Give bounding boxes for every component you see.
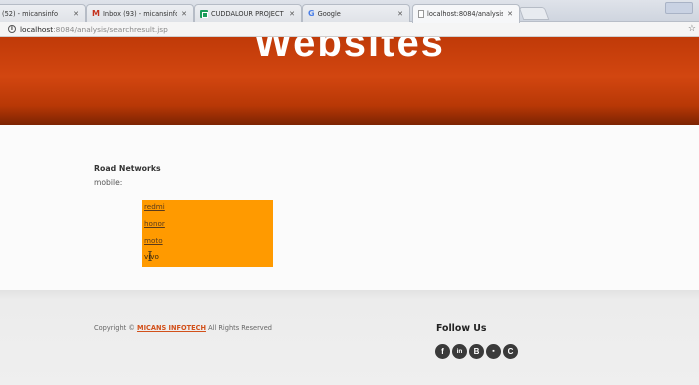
url-host: localhost [20,24,54,34]
tab-title: localhost:8084/analysis/ [427,10,504,18]
section-heading: Road Networks [94,164,161,173]
close-icon[interactable]: ✕ [289,10,295,18]
blogger-icon[interactable]: B [469,344,484,359]
browser-tab[interactable]: (52) - micansinfo ✕ [0,4,86,22]
gmail-icon: M [92,8,100,18]
browser-tab[interactable]: CUDDALOUR PROJECT ✕ [194,4,302,22]
new-tab-button[interactable] [518,7,550,20]
site-header: Websites [0,37,699,125]
tab-title: (52) - micansinfo [2,9,59,18]
delicious-icon[interactable]: ▪ [486,344,501,359]
tab-title: CUDDALOUR PROJECT [211,9,284,18]
c-icon[interactable]: C [503,344,518,359]
close-icon[interactable]: ✕ [507,10,513,18]
field-label: mobile: [94,178,123,187]
company-link[interactable]: MICANS INFOTECH [137,324,206,332]
site-footer: Copyright © MICANS INFOTECH All Rights R… [0,290,699,385]
url-path: :8084/analysis/searchresult.jsp [53,24,168,34]
window-controls[interactable] [665,2,693,14]
result-link-moto[interactable]: moto [144,236,163,245]
follow-us-title: Follow Us [436,323,487,334]
tab-title: Inbox (93) - micansinfo [102,9,178,18]
bookmark-star-icon[interactable]: ☆ [688,24,696,34]
browser-tab-strip: (52) - micansinfo ✕ M Inbox (93) - mican… [0,0,699,23]
tab-title: Google [317,9,341,18]
browser-tab-active[interactable]: localhost:8084/analysis/ ✕ [412,4,520,23]
main-content: Road Networks mobile: redmi honor moto v… [0,125,699,290]
copyright-suffix: All Rights Reserved [205,324,272,332]
result-link-redmi[interactable]: redmi [144,202,165,211]
header-title: Websites [254,37,445,65]
copyright-prefix: Copyright © [94,324,138,332]
text-cursor-icon [148,251,152,261]
sheets-icon [200,9,208,18]
browser-tab[interactable]: G Google ✕ [302,4,410,22]
facebook-icon[interactable]: f [435,344,450,359]
google-icon: G [308,8,315,18]
social-icons: f in B ▪ C [435,344,518,359]
browser-tab[interactable]: M Inbox (93) - micansinfo ✕ [86,4,194,22]
result-link-honor[interactable]: honor [144,219,165,228]
close-icon[interactable]: ✕ [73,10,79,18]
info-icon[interactable]: i [8,25,16,33]
copyright-text: Copyright © MICANS INFOTECH All Rights R… [94,324,272,332]
close-icon[interactable]: ✕ [181,10,187,18]
address-bar[interactable]: i localhost:8084/analysis/searchresult.j… [0,22,699,37]
result-box: redmi honor moto vivo [142,200,273,267]
close-icon[interactable]: ✕ [397,10,403,18]
page-icon [418,10,424,18]
linkedin-icon[interactable]: in [452,344,467,359]
